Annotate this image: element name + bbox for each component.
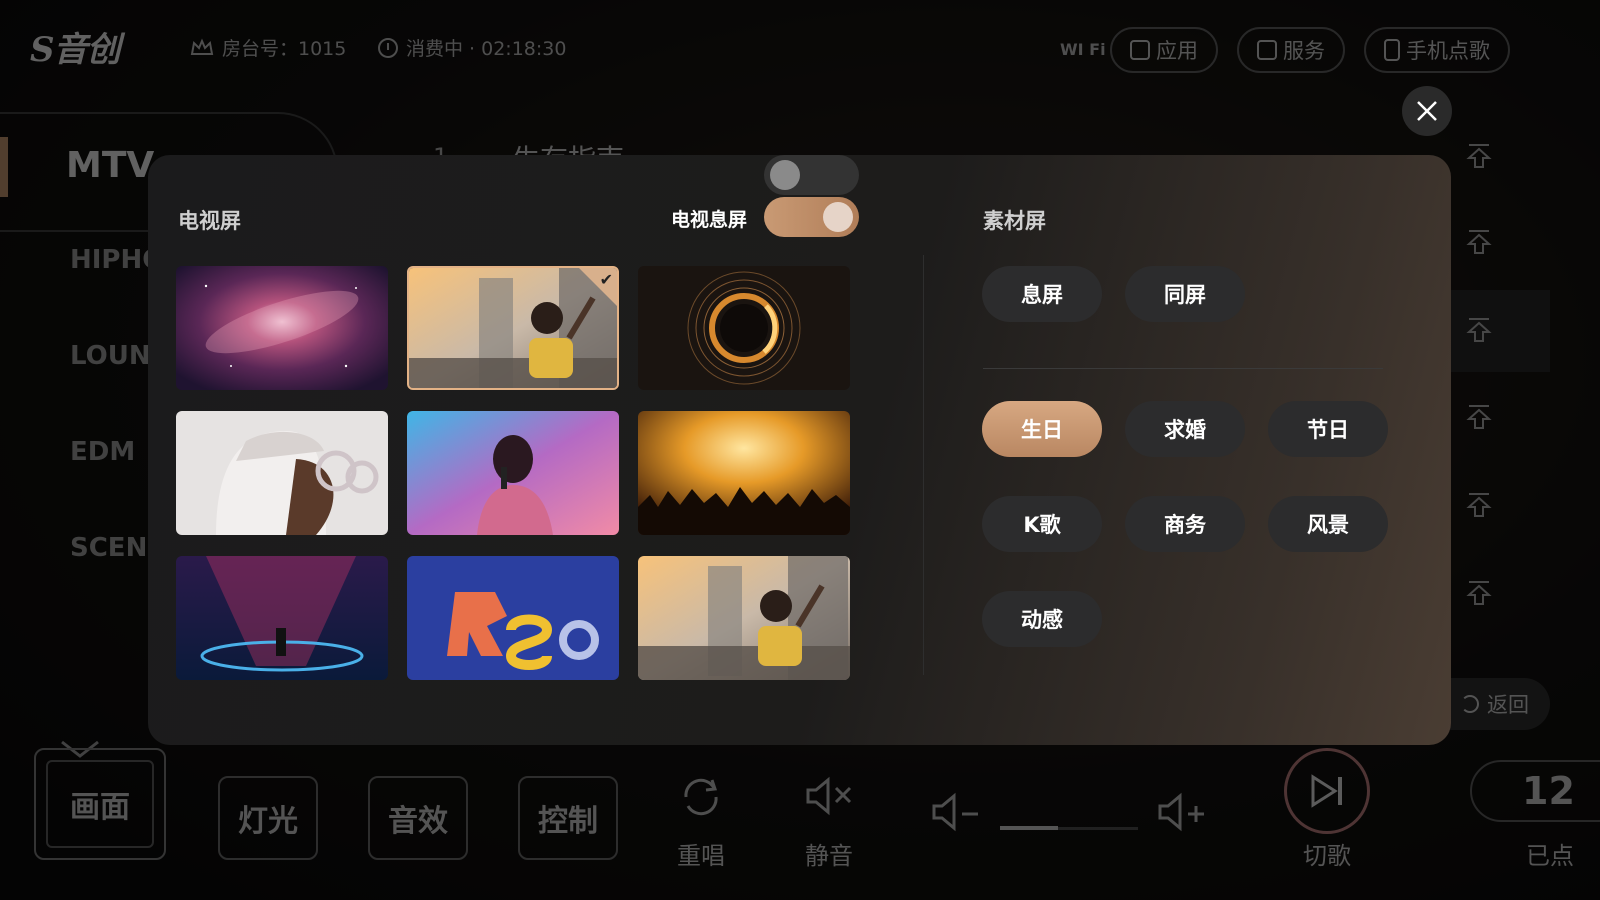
control-button[interactable]: 控制 (518, 776, 618, 860)
skip-song-button[interactable] (1284, 748, 1370, 834)
sidebar-item-mtv[interactable]: MTV (66, 145, 154, 186)
concert-fan-image (638, 556, 850, 680)
replay-label: 重唱 (677, 842, 725, 870)
thumbnail-galaxy[interactable] (176, 266, 388, 390)
tv-off-toggle-label: 电视息屏 (671, 209, 748, 231)
tv-screen-section-title: 电视屏 (178, 209, 241, 233)
toggle-knob (770, 160, 800, 190)
screen-settings-modal: 电视屏 电视息屏 ✔ 素材屏 息屏 同屏 生日 求婚 节日 K歌 商务 风景 动… (148, 155, 1451, 745)
thumbnail-concert-crowd[interactable] (638, 411, 850, 535)
toggle-knob (823, 202, 853, 232)
volume-up-icon[interactable] (1156, 792, 1210, 832)
chip-same-screen[interactable]: 同屏 (1125, 266, 1245, 322)
return-icon (1461, 695, 1479, 713)
thumbnail-3d-letters[interactable] (407, 556, 619, 680)
thumbnail-golden-ring[interactable] (638, 266, 850, 390)
apps-button[interactable]: 应用 (1110, 27, 1218, 73)
brand-logo: S音创 (30, 30, 121, 70)
move-up-icon[interactable] (1466, 579, 1492, 607)
check-icon: ✔ (599, 270, 613, 289)
move-up-icon[interactable] (1466, 491, 1492, 519)
stage-image (176, 556, 388, 680)
chip-proposal[interactable]: 求婚 (1125, 401, 1245, 457)
chip-birthday[interactable]: 生日 (982, 401, 1102, 457)
grid-icon (1257, 40, 1277, 60)
chip-group-divider (983, 368, 1383, 369)
replay-icon[interactable] (678, 774, 724, 820)
services-button[interactable]: 服务 (1237, 27, 1345, 73)
top-bar: S音创 房台号：1015 消费中 · 02:18:30 WI Fi 应用 服务 … (0, 0, 1600, 92)
move-up-icon[interactable] (1466, 142, 1492, 170)
light-button[interactable]: 灯光 (218, 776, 318, 860)
thumbnail-stage[interactable] (176, 556, 388, 680)
thumbnail-singer[interactable] (407, 411, 619, 535)
phone-order-button-label: 手机点歌 (1406, 39, 1490, 63)
golden-ring-image (638, 266, 850, 390)
move-up-icon[interactable] (1466, 403, 1492, 431)
ordered-label: 已点 (1526, 842, 1574, 870)
section-divider (923, 255, 924, 675)
room-number-text: 房台号：1015 (222, 38, 347, 60)
sound-effect-button-label: 音效 (388, 804, 448, 839)
volume-slider-fill (1000, 826, 1058, 830)
chip-screen-off[interactable]: 息屏 (982, 266, 1102, 322)
volume-down-icon[interactable] (930, 792, 984, 832)
sidebar-item-scene[interactable]: SCEN (70, 533, 147, 563)
skip-label: 切歌 (1303, 842, 1351, 870)
return-button-label: 返回 (1487, 693, 1529, 717)
sound-effect-button[interactable]: 音效 (368, 776, 468, 860)
chip-scenery[interactable]: 风景 (1268, 496, 1388, 552)
ordered-count: 12 (1522, 769, 1575, 813)
session-timer: 消费中 · 02:18:30 (378, 34, 566, 61)
concert-crowd-image (638, 411, 850, 535)
skip-icon (1311, 774, 1342, 808)
wifi-icon: WI Fi (1060, 40, 1106, 59)
apps-button-label: 应用 (1156, 39, 1198, 63)
clock-icon (378, 37, 398, 58)
chip-karaoke[interactable]: K歌 (982, 496, 1102, 552)
mute-label: 静音 (805, 842, 853, 870)
light-button-label: 灯光 (238, 804, 298, 839)
chip-business[interactable]: 商务 (1125, 496, 1245, 552)
ordered-songs-button[interactable]: 12 (1470, 760, 1600, 822)
cube-icon (1130, 40, 1150, 60)
toggle-unlabeled[interactable] (764, 155, 859, 195)
phone-icon (1384, 39, 1400, 61)
3d-character-image (176, 411, 388, 535)
material-screen-section-title: 素材屏 (983, 209, 1046, 233)
screen-frame (46, 760, 154, 848)
sidebar-item-lounge[interactable]: LOUN (70, 341, 151, 371)
sidebar-active-indicator (0, 137, 8, 197)
control-button-label: 控制 (538, 804, 598, 839)
mute-icon[interactable] (804, 776, 856, 816)
thumbnail-3d-character[interactable] (176, 411, 388, 535)
thumbnail-concert-fan-2[interactable] (638, 556, 850, 680)
crown-icon (190, 37, 214, 55)
modal-close-button[interactable] (1402, 86, 1452, 136)
close-icon (1417, 101, 1437, 121)
session-timer-text: 消费中 · 02:18:30 (406, 38, 567, 60)
phone-order-button[interactable]: 手机点歌 (1364, 27, 1510, 73)
return-button[interactable]: 返回 (1440, 678, 1550, 730)
galaxy-image (176, 266, 388, 390)
screen-button[interactable]: 画面 (34, 748, 166, 860)
move-up-icon[interactable] (1466, 228, 1492, 256)
chip-dynamic[interactable]: 动感 (982, 591, 1102, 647)
chip-holiday[interactable]: 节日 (1268, 401, 1388, 457)
thumbnail-concert-fan[interactable]: ✔ (407, 266, 619, 390)
move-up-icon[interactable] (1466, 316, 1492, 344)
singer-image (407, 411, 619, 535)
room-number: 房台号：1015 (190, 34, 346, 61)
tv-off-toggle[interactable] (764, 197, 859, 237)
sidebar-item-edm[interactable]: EDM (70, 437, 135, 467)
services-button-label: 服务 (1283, 39, 1325, 63)
3d-letters-image (407, 556, 619, 680)
